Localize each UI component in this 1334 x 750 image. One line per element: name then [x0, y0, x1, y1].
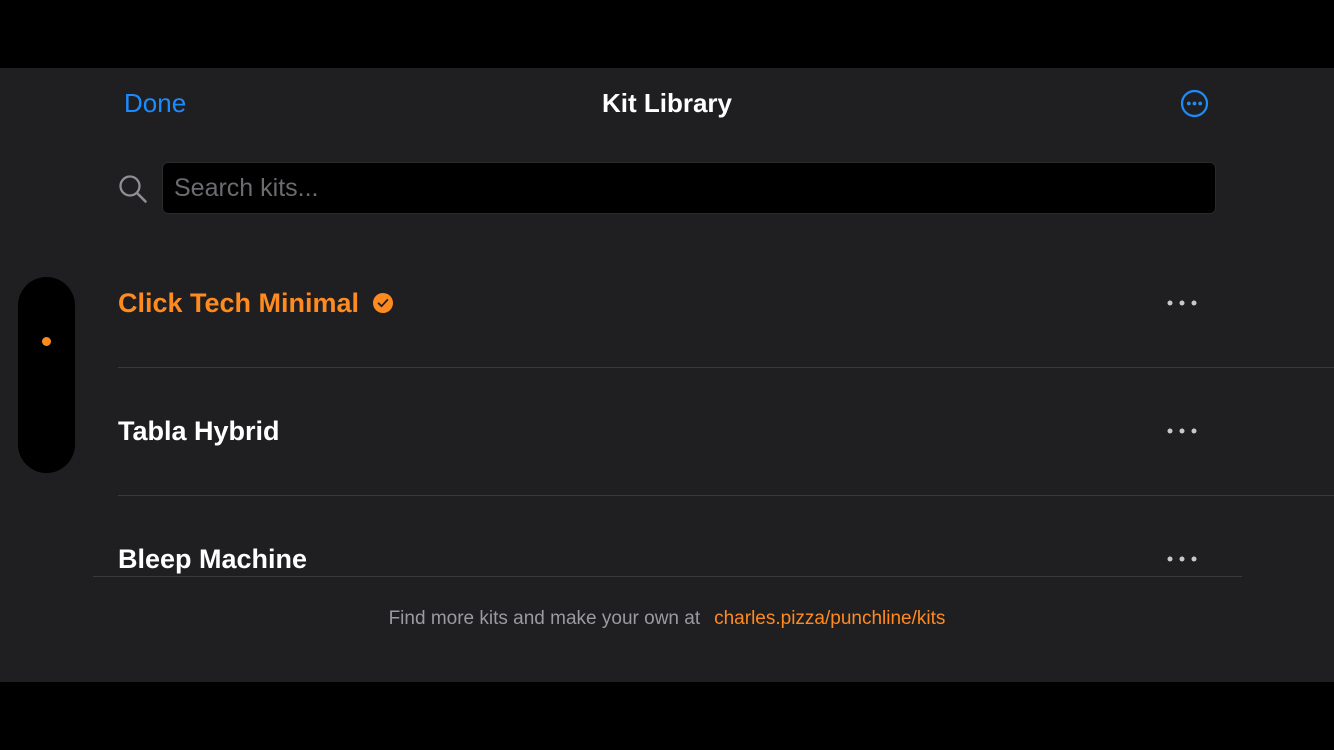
footer-text: Find more kits and make your own at: [388, 608, 701, 629]
scroll-indicator[interactable]: [18, 277, 75, 473]
footer: Find more kits and make your own at charl…: [0, 606, 1334, 632]
kits-website-link[interactable]: charles.pizza/punchline/kits: [714, 608, 945, 629]
kit-name-wrapper: Click Tech Minimal: [118, 286, 394, 320]
kit-row-bleep-machine[interactable]: Bleep Machine: [118, 496, 1334, 577]
ellipsis-icon[interactable]: [1164, 548, 1200, 570]
ellipsis-icon[interactable]: [1164, 420, 1200, 442]
scroll-position-dot: [42, 337, 51, 346]
kit-name: Bleep Machine: [118, 544, 308, 574]
checkmark-circle-icon: [373, 292, 394, 313]
kit-library-sheet: Kit Library Done Click Tech Minimal Tabl…: [0, 68, 1334, 682]
kit-row-tabla-hybrid[interactable]: Tabla Hybrid: [118, 368, 1334, 496]
ellipsis-icon[interactable]: [1164, 292, 1200, 314]
kit-row-click-tech-minimal[interactable]: Click Tech Minimal: [118, 240, 1334, 368]
kit-name: Click Tech Minimal: [118, 288, 360, 318]
list-divider: [93, 576, 1242, 577]
kit-list: Click Tech Minimal Tabla Hybrid Bleep Ma…: [0, 68, 1334, 577]
kit-name: Tabla Hybrid: [118, 416, 280, 446]
